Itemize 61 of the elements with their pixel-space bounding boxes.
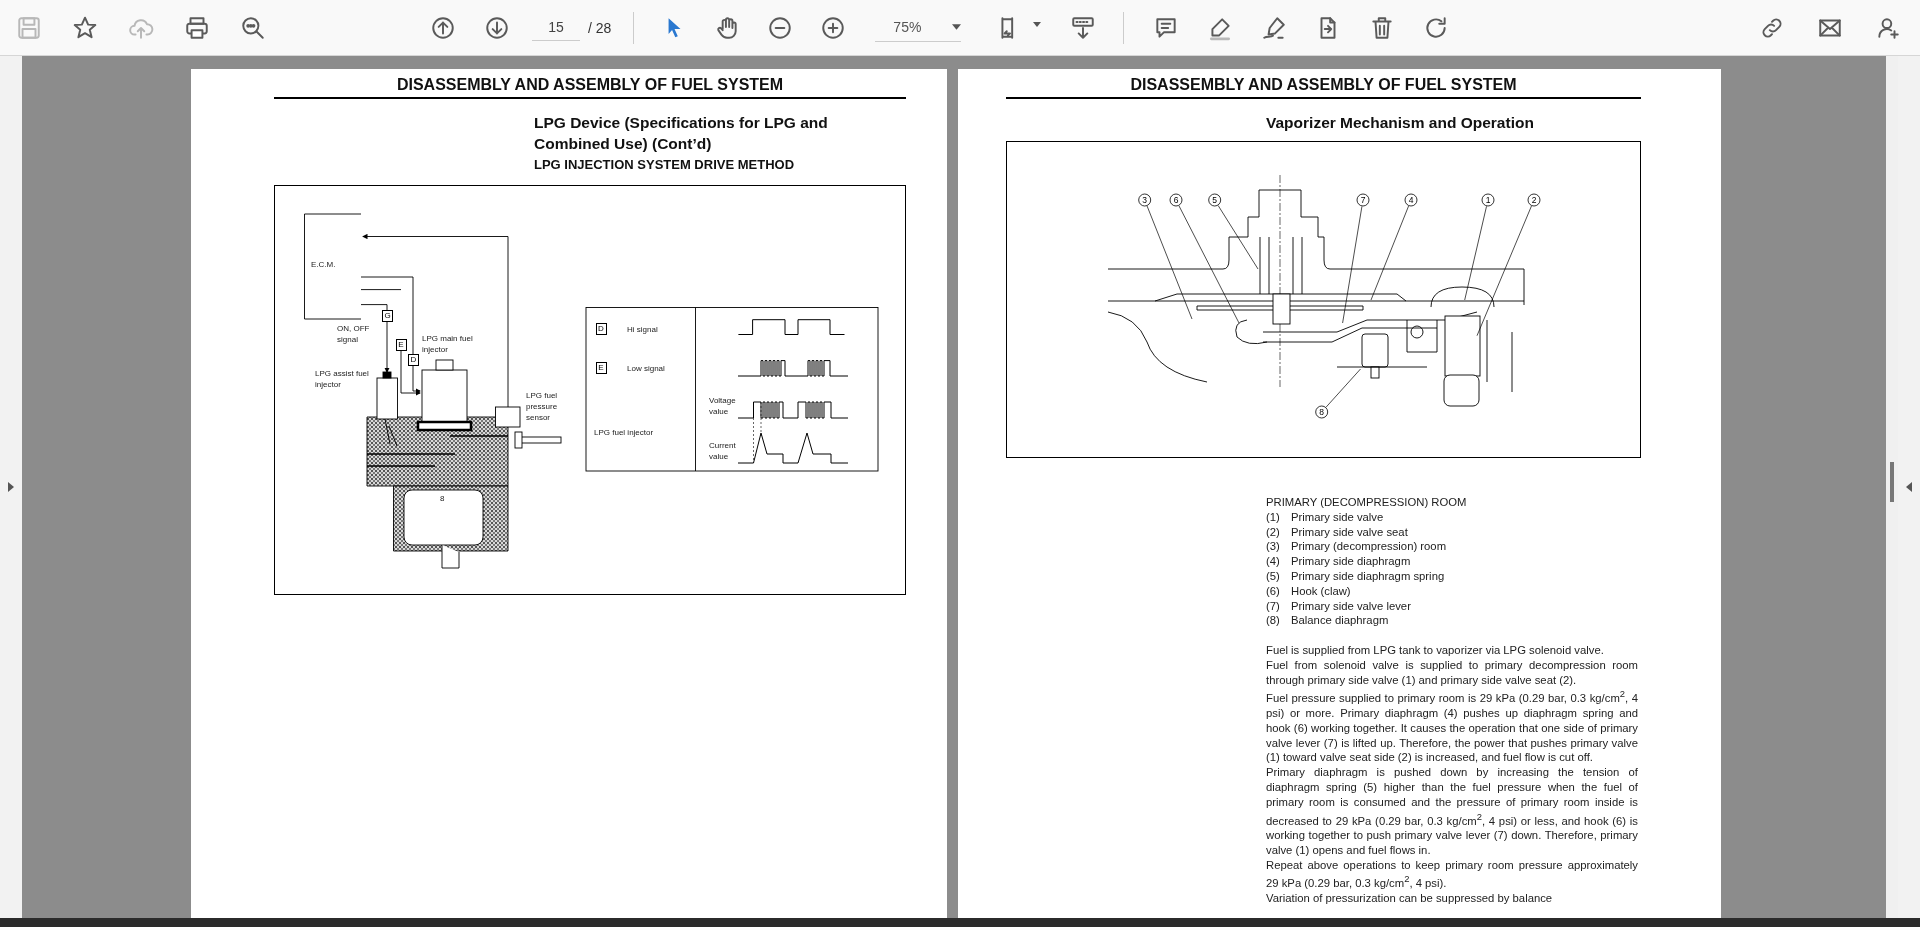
part-name: Hook (claw) (1291, 583, 1352, 599)
waveform-label: Current value (709, 440, 737, 462)
leader-line (1325, 368, 1361, 408)
paragraph: Variation of pressurization can be suppressed by balance (1266, 891, 1554, 906)
part-number: (8) (1266, 613, 1281, 629)
paragraph: Fuel is supplied from LPG tank to vaporizer via LPG solenoid valve. (1266, 642, 1605, 658)
signal-marker: E (395, 339, 407, 351)
part-name: Primary side valve lever (1291, 598, 1412, 614)
right-arrow-icon[interactable] (8, 482, 14, 492)
callout-number: 5 (1208, 193, 1222, 207)
callout-number: 7 (1356, 193, 1370, 207)
signal-marker: D (408, 354, 419, 366)
part-number: (4) (1266, 554, 1281, 569)
page-header: DISASSEMBLY AND ASSEMBLY OF FUEL SYSTEM (274, 75, 906, 99)
part-name: Balance diaphragm (1291, 613, 1390, 629)
section-subtitle: LPG INJECTION SYSTEM DRIVE METHOD (534, 156, 796, 174)
part-name: Primary side diaphragm spring (1291, 569, 1446, 584)
section-title: Vaporizer Mechanism and Operation (1266, 113, 1535, 133)
page-header: DISASSEMBLY AND ASSEMBLY OF FUEL SYSTEM (1006, 75, 1641, 99)
part-name: Primary side diaphragm (1291, 554, 1412, 569)
signal-marker: G (382, 310, 393, 322)
callout-number: 8 (1315, 405, 1329, 419)
diagram-label: LPG main fuel injector (422, 333, 474, 355)
paragraph: Fuel pressure supplied to primary room is 29 kPa (0.29 bar, 0.3 kg/cm$^{2}$, 4 psi) or more. Primary diaphragm (4) pushes up diaphragm spring and hook (6) working together. It causes the operation that one side of primary valve lever (7) is lifted up. Therefore, the power that pushes primary valve (1) toward valve seat side (2) is increased, and fuel flow is cut off. (1266, 687, 1638, 766)
part-name: Primary (decompression) room (1291, 539, 1448, 555)
signal-marker: E (595, 362, 607, 374)
part-number: (3) (1266, 539, 1281, 555)
diagram-label: 8 (440, 493, 446, 504)
part-name: Primary side valve (1291, 509, 1385, 525)
diagram-label: LPG fuel pressure sensor (526, 390, 559, 423)
callout-number: 4 (1404, 193, 1418, 207)
callout-number: 1 (1481, 193, 1495, 207)
caret-icon (952, 24, 962, 30)
left-arrow-icon[interactable] (1906, 482, 1912, 492)
part-number: (6) (1266, 583, 1281, 599)
waveform-label: Voltage value (709, 395, 737, 417)
part-number: (5) (1266, 569, 1281, 584)
paragraph: Fuel from solenoid valve is supplied to primary decompression room through primary side valve (1) and primary side valve seat (2). (1266, 657, 1638, 688)
zoom-select[interactable]: 75% (875, 13, 962, 42)
callout-number: 6 (1169, 193, 1183, 207)
legend-label: Hi signal (627, 324, 659, 335)
diagram-label: ON, OFF signal (337, 323, 371, 345)
signal-marker: D (595, 323, 607, 335)
legend-label: LPG fuel injector (594, 427, 655, 438)
part-number: (1) (1266, 509, 1281, 525)
callout-number: 3 (1138, 193, 1152, 207)
page-count: / 28 (588, 19, 612, 36)
paragraph: Primary diaphragm is pushed down by increasing the tension of diaphragm spring (5) higher than the fuel pressure when the fuel of primary room is consumed and the pressure of primary room inside is decreased to 29 kPa (0.29 bar, 0.3 kg/cm$^{2}$, 4 psi) or less, and hook (6) is working together to push primary valve lever (7) down. Therefore, primary valve (1) opens and fuel flows in. (1266, 765, 1638, 858)
page-number-field[interactable]: 15 (532, 14, 580, 41)
parts-heading: PRIMARY (DECOMPRESSION) ROOM (1266, 495, 1468, 510)
section-title: LPG Device (Specifications for LPG and Combined Use) (Cont’d) (534, 113, 829, 154)
callout-number: 2 (1527, 193, 1541, 207)
legend-label: Low signal (627, 363, 666, 374)
diagram-label: E.C.M. (311, 259, 337, 270)
part-number: (2) (1266, 524, 1281, 540)
diagram-label: LPG assist fuel injector (315, 368, 370, 390)
guide-line (753, 401, 762, 464)
scrollbar-thumb[interactable] (1890, 462, 1894, 502)
part-name: Primary side valve seat (1291, 524, 1409, 540)
paragraph: Repeat above operations to keep primary room pressure approximately 29 kPa (0.29 bar, 0.3 kg/cm$^{2}$, 4 psi). (1266, 857, 1638, 891)
part-number: (7) (1266, 598, 1281, 614)
